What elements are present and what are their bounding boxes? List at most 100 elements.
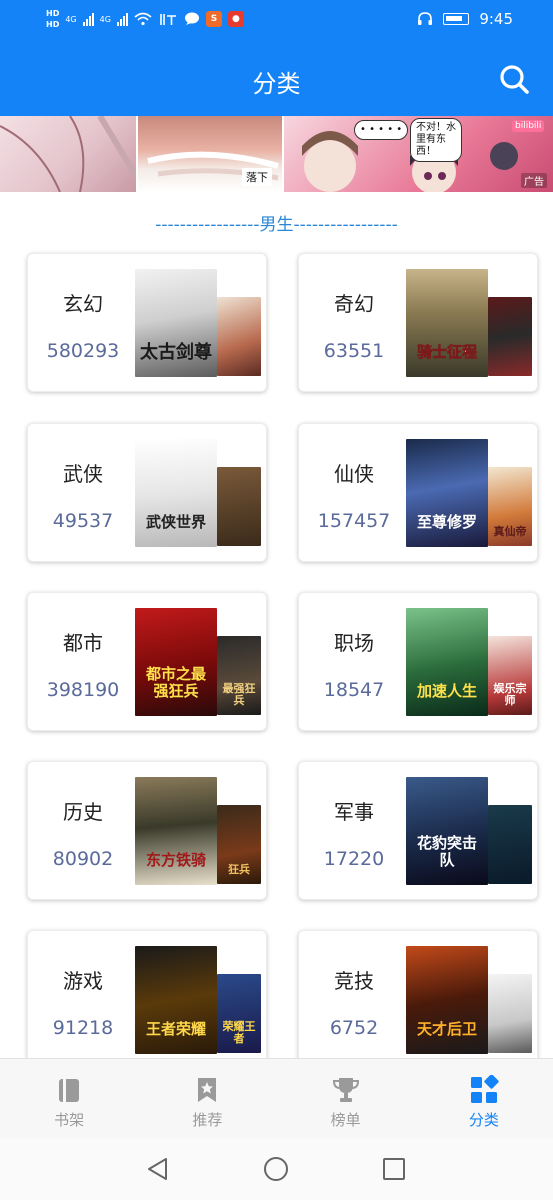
ad-tag: 广告 [521, 173, 547, 188]
cover-back: 娱乐宗师 [488, 636, 532, 715]
nav-item-bookshelf[interactable]: 书架 [0, 1059, 138, 1138]
cover-main: 东方铁骑 [135, 777, 217, 885]
ad-panel-2: 落下 [138, 116, 284, 192]
cover-main: 骑士征程 [406, 269, 488, 377]
ad-caption: 落下 [242, 168, 272, 186]
cover-back [217, 467, 261, 546]
status-time: 9:45 [479, 10, 513, 28]
category-name: 武侠 [63, 462, 103, 486]
category-name: 军事 [334, 800, 374, 824]
category-card-wuxia[interactable]: 武侠 49537 武侠世界 [27, 423, 267, 562]
status-bar: HD HD 4G 4G S ● 9:45 [0, 0, 553, 42]
cover-title: 天才后卫 [416, 1020, 477, 1038]
cover-back [488, 805, 532, 884]
ad-panel-1 [0, 116, 139, 192]
network-label-2: 4G [99, 14, 111, 24]
network-label-1: 4G [65, 14, 77, 24]
bilibili-logo: bilibili [512, 120, 545, 132]
cover-back: 最强狂兵 [217, 636, 261, 715]
system-nav [0, 1138, 553, 1200]
chat-bubble-icon [184, 12, 199, 25]
cover-title: 加速人生 [416, 682, 477, 700]
category-card-xianxia[interactable]: 仙侠 157457 真仙帝 至尊修罗 [298, 423, 538, 562]
cover-back-title: 娱乐宗师 [493, 682, 527, 707]
cover-back: 荣耀王者 [217, 974, 261, 1053]
ad-banner[interactable]: 落下 • • • • • 不对！水里有东西！ bilibili 广告 [0, 116, 553, 192]
cover-title: 骑士征程 [416, 343, 478, 361]
search-icon[interactable] [497, 62, 531, 96]
category-name: 竞技 [334, 969, 374, 993]
category-name: 仙侠 [334, 462, 374, 486]
nav-item-recommend[interactable]: 推荐 [138, 1059, 276, 1138]
signal-icon [82, 12, 94, 26]
cover-main: 都市之最强狂兵 [135, 608, 217, 716]
recents-square-icon[interactable] [381, 1156, 407, 1182]
cover-back: 真仙帝 [488, 467, 532, 546]
category-count: 398190 [46, 679, 120, 701]
nav-label: 书架 [54, 1111, 85, 1129]
trophy-icon [332, 1078, 359, 1102]
cover-title: 武侠世界 [145, 513, 206, 531]
home-circle-icon[interactable] [263, 1156, 289, 1182]
cover-back-title: 狂兵 [228, 863, 250, 876]
category-card-junshi[interactable]: 军事 17220 花豹突击队 [298, 761, 538, 900]
category-count: 580293 [46, 340, 120, 362]
nav-item-category[interactable]: 分类 [415, 1059, 553, 1138]
nav-item-ranking[interactable]: 榜单 [277, 1059, 415, 1138]
category-name: 奇幻 [334, 292, 374, 316]
category-name: 玄幻 [63, 292, 103, 316]
category-count: 63551 [323, 340, 385, 362]
category-grid-icon [470, 1075, 499, 1103]
back-triangle-icon[interactable] [145, 1156, 171, 1182]
category-count: 18547 [323, 679, 385, 701]
hd-label-1: HD [46, 9, 60, 18]
cover-main: 天才后卫 [406, 946, 488, 1054]
cover-title: 花豹突击队 [416, 834, 477, 869]
ad-bubble-2: 不对！水里有东西！ [410, 118, 462, 162]
status-left: HD HD 4G 4G S ● [46, 8, 244, 30]
hd-indicators: HD HD [46, 8, 59, 30]
hd-label-2: HD [46, 20, 60, 29]
cover-main: 王者荣耀 [135, 946, 217, 1054]
battery-icon [443, 13, 470, 25]
listen-icon [160, 14, 176, 25]
category-card-lishi[interactable]: 历史 80902 狂兵 东方铁骑 [27, 761, 267, 900]
weibo-app-icon: ● [227, 11, 244, 27]
section-title: -----------------男生----------------- [155, 215, 398, 235]
cover-title: 至尊修罗 [416, 513, 477, 531]
category-card-dushi[interactable]: 都市 398190 最强狂兵 都市之最强狂兵 [27, 592, 267, 731]
cover-main: 武侠世界 [135, 439, 217, 547]
category-name: 职场 [334, 631, 374, 655]
cover-main: 至尊修罗 [406, 439, 488, 547]
nav-label: 榜单 [330, 1111, 361, 1129]
category-card-zhichang[interactable]: 职场 18547 娱乐宗师 加速人生 [298, 592, 538, 731]
cover-main: 加速人生 [406, 608, 488, 716]
page-title: 分类 [252, 70, 301, 98]
cover-main: 太古剑尊 [135, 269, 217, 377]
ad-illustration-1 [0, 116, 139, 192]
ad-bubble-1: • • • • • [354, 120, 409, 140]
cover-back-title: 最强狂兵 [222, 682, 256, 707]
soul-app-icon: S [205, 11, 222, 27]
cover-back [488, 974, 532, 1053]
category-count: 80902 [52, 848, 114, 870]
nav-label: 推荐 [192, 1111, 223, 1129]
category-count: 49537 [52, 510, 114, 532]
cover-title: 都市之最强狂兵 [145, 665, 206, 700]
cover-title: 东方铁骑 [145, 851, 206, 869]
nav-label: 分类 [468, 1111, 499, 1129]
headphones-icon [418, 12, 433, 25]
category-count: 6752 [329, 1017, 379, 1039]
title-bar: 分类 [0, 42, 553, 116]
cover-back-title: 真仙帝 [493, 525, 527, 538]
cover-title: 太古剑尊 [140, 342, 212, 363]
bookshelf-icon [59, 1079, 80, 1102]
ad-panel-3: • • • • • 不对！水里有东西！ bilibili 广告 [284, 116, 553, 192]
category-card-qihuan[interactable]: 奇幻 63551 骑士征程 [298, 253, 538, 392]
category-card-xuanhuan[interactable]: 玄幻 580293 太古剑尊 [27, 253, 267, 392]
bookmark-star-icon [198, 1078, 217, 1102]
cover-main: 花豹突击队 [406, 777, 488, 885]
status-right: 9:45 [417, 10, 513, 28]
category-count: 157457 [317, 510, 391, 532]
cover-back [488, 297, 532, 376]
